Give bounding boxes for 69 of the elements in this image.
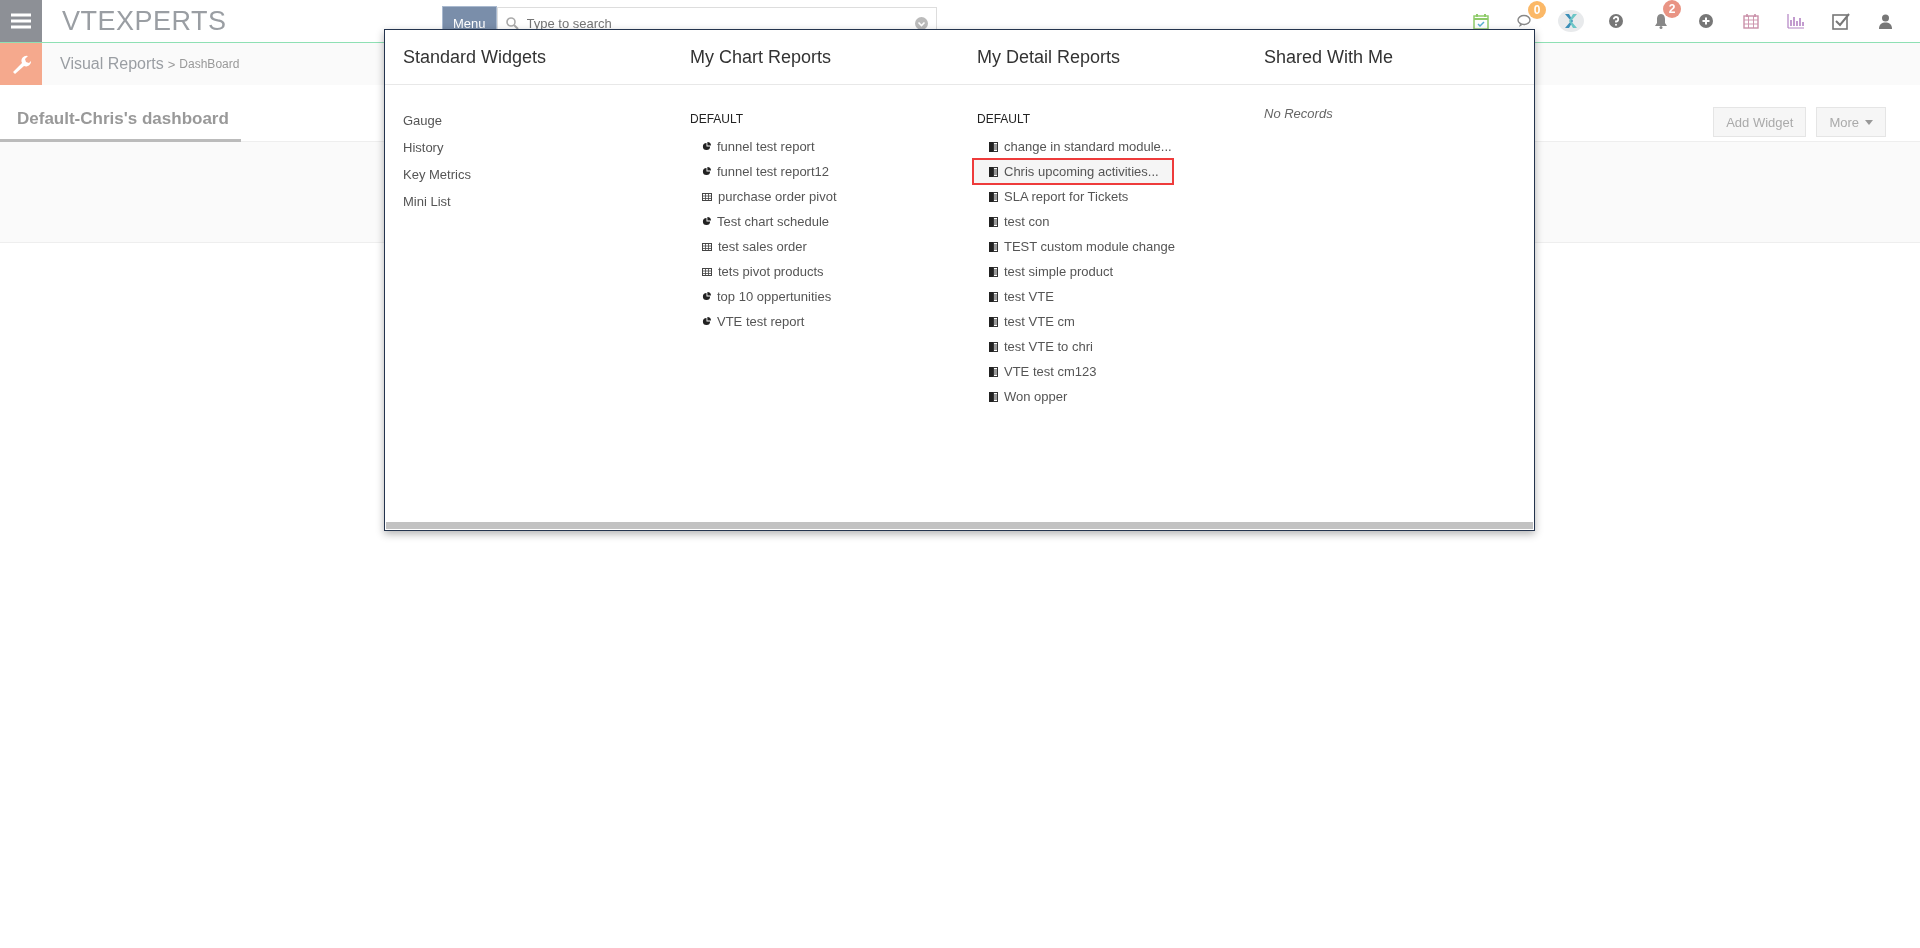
- report-item[interactable]: VTE test report: [690, 309, 805, 334]
- caret-icon: [1865, 119, 1873, 125]
- report-label: test VTE cm: [1004, 314, 1075, 329]
- report-item[interactable]: test sales order: [690, 234, 807, 259]
- column-heading: Shared With Me: [1264, 46, 1395, 68]
- report-item[interactable]: test VTE: [977, 284, 1054, 309]
- report-item[interactable]: purchase order pivot: [690, 184, 837, 209]
- bar-chart-icon[interactable]: [1786, 13, 1805, 29]
- menu-item[interactable]: History: [403, 134, 690, 161]
- breadcrumb-separator: >: [167, 56, 176, 72]
- scrollbar[interactable]: [386, 522, 1533, 529]
- calendar-icon[interactable]: [1742, 13, 1759, 29]
- group-heading: DEFAULT: [977, 112, 1032, 126]
- menu-button[interactable]: [0, 0, 42, 42]
- report-item[interactable]: Test chart schedule: [690, 209, 829, 234]
- add-icon[interactable]: [1698, 14, 1713, 28]
- group-heading: DEFAULT: [690, 112, 745, 126]
- menu-icon: [11, 13, 31, 29]
- user-icon[interactable]: [1879, 13, 1892, 29]
- report-label: Chris upcoming activities...: [1004, 164, 1159, 179]
- report-item[interactable]: tets pivot products: [690, 259, 824, 284]
- help-icon[interactable]: [1608, 14, 1623, 28]
- report-label: VTE test cm123: [1004, 364, 1097, 379]
- report-item[interactable]: test VTE cm: [977, 309, 1075, 334]
- report-item[interactable]: TEST custom module change: [977, 234, 1175, 259]
- report-item[interactable]: funnel test report: [690, 134, 815, 159]
- report-label: funnel test report12: [717, 164, 830, 179]
- report-label: test simple product: [1004, 264, 1114, 279]
- report-item[interactable]: SLA report for Tickets: [977, 184, 1129, 209]
- report-label: change in standard module...: [1004, 139, 1172, 154]
- report-label: Test chart schedule: [717, 214, 829, 229]
- report-label: test VTE to chri: [1004, 339, 1093, 354]
- column-heading: My Chart Reports: [690, 46, 833, 68]
- checkbox-icon[interactable]: [1831, 12, 1850, 30]
- search-icon: [505, 16, 519, 30]
- empty-message: No Records: [1264, 106, 1334, 121]
- menu-item[interactable]: Mini List: [403, 188, 690, 215]
- report-item[interactable]: top 10 oppertunities: [690, 284, 832, 309]
- report-label: test sales order: [718, 239, 807, 254]
- breadcrumb-current: DashBoard: [179, 57, 240, 71]
- report-label: test VTE: [1004, 289, 1054, 304]
- chat-count-badge: 0: [1528, 1, 1546, 19]
- report-item[interactable]: test simple product: [977, 259, 1114, 284]
- report-label: Won opper: [1004, 389, 1068, 404]
- report-item[interactable]: Won opper: [977, 384, 1068, 409]
- report-label: top 10 oppertunities: [717, 289, 832, 304]
- menu-item[interactable]: Gauge: [403, 107, 690, 134]
- report-item[interactable]: change in standard module...: [977, 134, 1172, 159]
- calendar-check-icon[interactable]: [1472, 12, 1489, 30]
- report-label: SLA report for Tickets: [1004, 189, 1129, 204]
- report-label: funnel test report: [717, 139, 815, 154]
- report-item[interactable]: VTE test cm123: [977, 359, 1097, 384]
- report-item[interactable]: funnel test report12: [690, 159, 830, 184]
- chevron-down-icon[interactable]: [914, 16, 928, 30]
- column-heading: Standard Widgets: [403, 46, 548, 68]
- report-item[interactable]: Chris upcoming activities...: [973, 159, 1173, 184]
- report-label: TEST custom module change: [1004, 239, 1175, 254]
- report-label: VTE test report: [717, 314, 805, 329]
- report-item[interactable]: test VTE to chri: [977, 334, 1093, 359]
- report-label: test con: [1004, 214, 1050, 229]
- report-label: purchase order pivot: [718, 189, 837, 204]
- report-item[interactable]: test con: [977, 209, 1050, 234]
- bell-icon[interactable]: [1653, 13, 1668, 29]
- logo: VTEXPERTS: [62, 5, 228, 37]
- column-heading: My Detail Reports: [977, 46, 1122, 68]
- x-logo-icon[interactable]: [1557, 10, 1584, 32]
- menu-item[interactable]: Key Metrics: [403, 161, 690, 188]
- notification-count-badge: 2: [1663, 0, 1681, 18]
- report-label: tets pivot products: [718, 264, 824, 279]
